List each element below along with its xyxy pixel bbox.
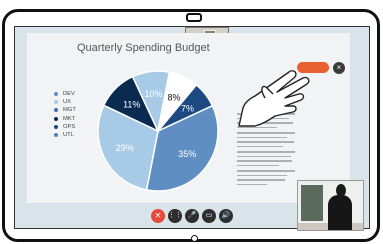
legend-label: MGT (63, 107, 76, 114)
legend-swatch (54, 100, 58, 105)
legend-swatch (54, 116, 58, 121)
legend-item: MGT (54, 106, 76, 114)
legend-item: MKT (54, 115, 76, 123)
legend-label: UTL (63, 132, 74, 139)
legend-item: DEV (54, 90, 76, 98)
touch-hand-icon (238, 70, 310, 127)
legend-label: DEV (63, 91, 75, 98)
remote-participant-video[interactable] (297, 180, 364, 231)
pip-person-head (336, 184, 346, 197)
camera-button[interactable]: ▭ (202, 209, 216, 223)
legend-item: UX (54, 98, 76, 106)
keypad-button[interactable]: ⋮⋮ (168, 209, 182, 223)
pie-label-utl: 7% (181, 103, 194, 113)
close-icon[interactable]: × (333, 62, 345, 74)
end-call-button[interactable]: ✕ (151, 209, 165, 223)
legend-label: UX (63, 99, 72, 106)
pie-label-ux: 29% (116, 143, 134, 153)
pie-chart: 35% 29% 11% 10% 8%7% (97, 70, 219, 192)
mute-button[interactable]: 🎤 (185, 209, 199, 223)
pie-label-ops: 8% (167, 92, 180, 102)
legend-label: OPS (63, 123, 76, 130)
call-controls: ✕ ⋮⋮ 🎤 ▭ 🔊 (151, 209, 233, 223)
pie-label-dev: 35% (178, 149, 196, 159)
legend-label: MKT (63, 115, 76, 122)
pip-person-body (328, 195, 352, 230)
legend-swatch (54, 108, 58, 113)
legend-item: OPS (54, 123, 76, 131)
camera-icon (186, 13, 202, 22)
pip-wall-panel (301, 185, 323, 221)
legend-swatch (54, 124, 58, 129)
volume-button[interactable]: 🔊 (219, 209, 233, 223)
pie-legend: DEV UX MGT MKT OPS UTL (54, 90, 76, 139)
legend-swatch (54, 133, 58, 138)
pie-label-mgt: 11% (123, 100, 140, 110)
legend-item: UTL (54, 131, 76, 139)
pie-label-mkt: 10% (144, 89, 162, 99)
home-button[interactable] (191, 235, 198, 242)
slide-title: Quarterly Spending Budget (77, 42, 210, 54)
legend-swatch (54, 92, 58, 97)
